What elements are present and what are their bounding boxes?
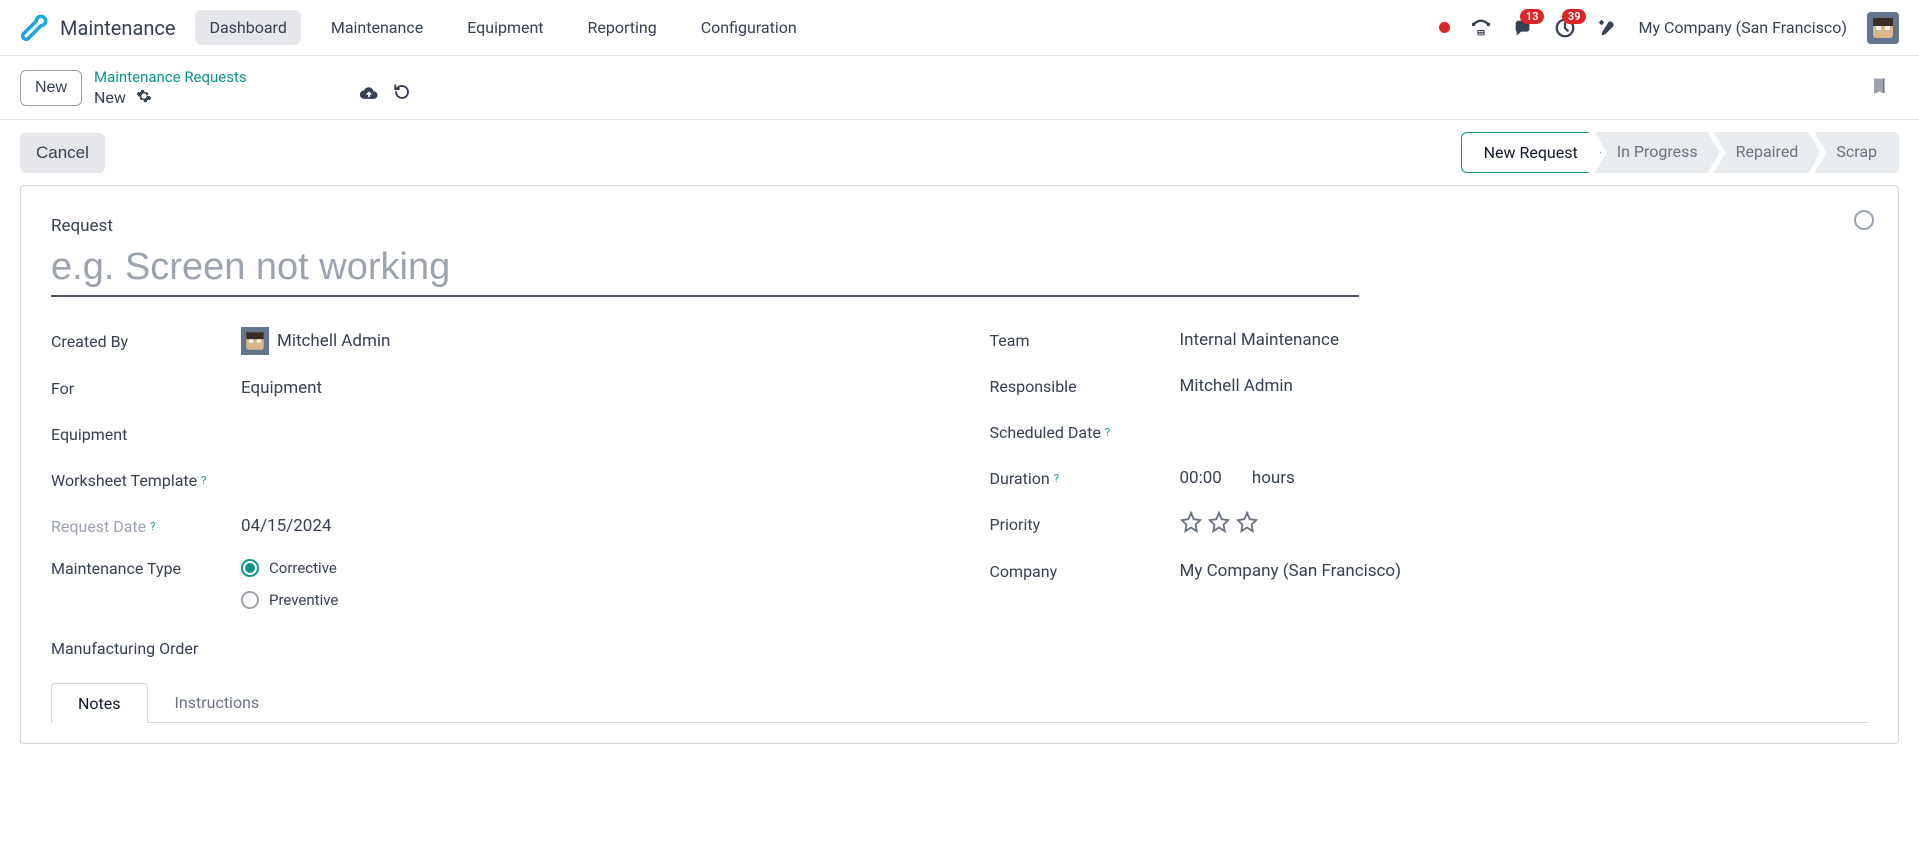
label-worksheet-template: Worksheet Template ? (51, 471, 241, 490)
row-maintenance-type: Maintenance Type Corrective Preventive (51, 549, 930, 619)
nav-tab-maintenance[interactable]: Maintenance (317, 10, 437, 45)
activities-badge: 39 (1562, 9, 1587, 24)
app-title[interactable]: Maintenance (60, 16, 175, 40)
help-icon[interactable]: ? (1054, 472, 1059, 485)
company-selector[interactable]: My Company (San Francisco) (1638, 18, 1847, 37)
form-right-column: Team Internal Maintenance Responsible Mi… (990, 317, 1869, 658)
label-company: Company (990, 562, 1180, 581)
row-equipment: Equipment (51, 411, 930, 457)
tab-notes[interactable]: Notes (51, 683, 148, 723)
label-created-by: Created By (51, 332, 241, 351)
row-duration: Duration ? 00:00 hours (990, 455, 1869, 501)
status-bar: New Request In Progress Repaired Scrap (1461, 132, 1899, 173)
breadcrumb: Maintenance Requests New (94, 68, 247, 108)
radio-circle-icon (241, 591, 259, 609)
label-request-date: Request Date ? (51, 517, 241, 536)
label-manufacturing-order: Manufacturing Order (51, 639, 930, 658)
label-duration: Duration ? (990, 469, 1180, 488)
nav-tab-reporting[interactable]: Reporting (574, 10, 671, 45)
status-step-scrap[interactable]: Scrap (1814, 132, 1899, 173)
nav-right: 13 39 My Company (San Francisco) (1439, 12, 1899, 44)
value-responsible[interactable]: Mitchell Admin (1180, 376, 1293, 396)
top-navbar: Maintenance Dashboard Maintenance Equipm… (0, 0, 1919, 56)
star-icon[interactable] (1236, 511, 1258, 538)
row-created-by: Created By Mitchell Admin (51, 317, 930, 365)
nav-tabs: Dashboard Maintenance Equipment Reportin… (195, 10, 810, 45)
row-scheduled-date: Scheduled Date ? (990, 409, 1869, 455)
tools-icon[interactable] (1596, 17, 1618, 39)
kanban-state-toggle[interactable] (1854, 210, 1874, 230)
nav-tab-configuration[interactable]: Configuration (687, 10, 811, 45)
control-bar: New Maintenance Requests New (0, 56, 1919, 120)
duration-unit: hours (1252, 468, 1295, 488)
label-scheduled-date: Scheduled Date ? (990, 423, 1180, 442)
star-icon[interactable] (1180, 511, 1202, 538)
user-avatar-small-icon (241, 327, 269, 355)
help-icon[interactable]: ? (1105, 426, 1110, 439)
value-company[interactable]: My Company (San Francisco) (1180, 561, 1402, 581)
save-discard-group (359, 83, 411, 109)
status-step-repaired[interactable]: Repaired (1714, 132, 1821, 173)
created-by-name: Mitchell Admin (277, 331, 390, 351)
nav-tab-dashboard[interactable]: Dashboard (195, 10, 300, 45)
discard-icon[interactable] (393, 83, 411, 107)
label-priority: Priority (990, 515, 1180, 534)
save-cloud-icon[interactable] (359, 83, 379, 107)
main-content: Cancel New Request In Progress Repaired … (0, 120, 1919, 764)
value-team[interactable]: Internal Maintenance (1180, 330, 1339, 350)
row-team: Team Internal Maintenance (990, 317, 1869, 363)
phone-icon[interactable] (1470, 17, 1492, 39)
label-equipment: Equipment (51, 425, 241, 444)
row-priority: Priority (990, 501, 1869, 548)
row-for: For Equipment (51, 365, 930, 411)
label-maintenance-type: Maintenance Type (51, 559, 241, 578)
value-for[interactable]: Equipment (241, 378, 322, 398)
value-duration[interactable]: 00:00 hours (1180, 468, 1295, 488)
label-for: For (51, 379, 241, 398)
breadcrumb-link[interactable]: Maintenance Requests (94, 68, 247, 86)
row-worksheet-template: Worksheet Template ? (51, 457, 930, 503)
radio-corrective[interactable]: Corrective (241, 559, 338, 577)
form-left-column: Created By Mitchell Admin For Equipment … (51, 317, 930, 658)
app-icon[interactable] (20, 14, 48, 42)
form-tabs: Notes Instructions (51, 682, 1868, 723)
status-row: Cancel New Request In Progress Repaired … (20, 120, 1899, 185)
priority-stars (1180, 511, 1258, 538)
label-responsible: Responsible (990, 377, 1180, 396)
value-created-by[interactable]: Mitchell Admin (241, 327, 390, 355)
bookmark-icon[interactable] (1871, 75, 1889, 101)
breadcrumb-current-text: New (94, 88, 126, 107)
status-step-new-request[interactable]: New Request (1461, 132, 1601, 173)
messages-badge: 13 (1520, 9, 1545, 24)
row-request-date: Request Date ? 04/15/2024 (51, 503, 930, 549)
row-company: Company My Company (San Francisco) (990, 548, 1869, 594)
form-card: Request Created By Mitchell Admin For Eq… (20, 185, 1899, 744)
label-team: Team (990, 331, 1180, 350)
messages-icon[interactable]: 13 (1512, 17, 1534, 39)
new-button[interactable]: New (20, 70, 82, 106)
radio-circle-icon (241, 559, 259, 577)
status-step-in-progress[interactable]: In Progress (1595, 132, 1720, 173)
cancel-button[interactable]: Cancel (20, 133, 105, 173)
radio-preventive-label: Preventive (269, 591, 338, 609)
maintenance-type-radio-group: Corrective Preventive (241, 559, 338, 609)
star-icon[interactable] (1208, 511, 1230, 538)
row-responsible: Responsible Mitchell Admin (990, 363, 1869, 409)
radio-preventive[interactable]: Preventive (241, 591, 338, 609)
request-label: Request (51, 216, 1868, 236)
duration-time: 00:00 (1180, 468, 1222, 488)
user-avatar[interactable] (1867, 12, 1899, 44)
breadcrumb-current: New (94, 88, 247, 108)
activities-icon[interactable]: 39 (1554, 17, 1576, 39)
nav-tab-equipment[interactable]: Equipment (453, 10, 557, 45)
recording-indicator-icon (1439, 22, 1450, 33)
value-request-date[interactable]: 04/15/2024 (241, 516, 331, 536)
tab-instructions[interactable]: Instructions (148, 682, 287, 722)
help-icon[interactable]: ? (201, 474, 206, 487)
radio-corrective-label: Corrective (269, 559, 337, 577)
request-input[interactable] (51, 240, 1359, 297)
help-icon[interactable]: ? (150, 520, 155, 533)
gear-icon[interactable] (136, 88, 152, 108)
